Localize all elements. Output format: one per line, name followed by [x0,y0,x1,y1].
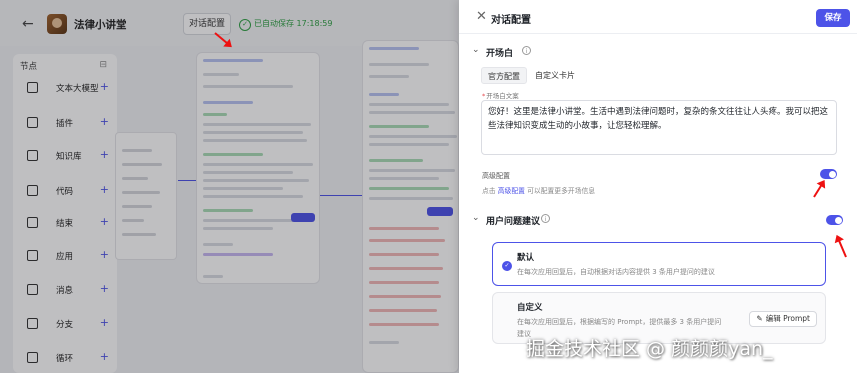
watermark: 掘金技术社区 @ 颜颜颜yan_ [526,338,773,360]
modal-overlay[interactable] [0,0,459,373]
suggestions-section-title: 用户问题建议 [486,217,541,227]
annotation-arrow [836,236,847,258]
textarea-label: *开场白文案 [482,92,519,100]
info-icon[interactable]: i [522,46,531,55]
advanced-config-toggle[interactable] [820,169,837,179]
close-icon[interactable]: ✕ [476,9,487,24]
divider [459,33,857,34]
advanced-config-link[interactable]: 高级配置 [498,187,525,195]
dialog-config-panel: ✕ 对话配置 保存 ⌄ 开场白 i 官方配置 自定义卡片 *开场白文案 您好！这… [459,0,857,373]
save-button[interactable]: 保存 [816,9,850,27]
opening-text-field[interactable]: 您好！这里是法律小讲堂。生活中遇到法律问题时，复杂的条文往往让人头疼。我可以把这… [481,100,837,155]
suggestions-toggle[interactable] [826,215,843,225]
advanced-config-hint: 点击 高级配置 可以配置更多开场信息 [482,187,596,195]
chevron-down-icon[interactable]: ⌄ [472,45,480,55]
tab-custom-card[interactable]: 自定义卡片 [529,67,581,84]
check-icon[interactable]: ✓ [502,261,512,271]
edit-prompt-button[interactable]: ✎ 编辑 Prompt [749,311,817,327]
chevron-down-icon[interactable]: ⌄ [472,213,480,223]
annotation-arrow [813,181,825,198]
edit-icon: ✎ [756,314,763,323]
opening-section-title: 开场白 [486,49,514,59]
tab-official-config[interactable]: 官方配置 [481,67,527,84]
info-icon[interactable]: i [541,214,550,223]
suggestion-option-default[interactable]: ✓ 默认 在每次应用回复后，自动根据对话内容提供 3 条用户提问的建议 [492,242,826,286]
advanced-config-label: 高级配置 [482,172,510,180]
workflow-editor: ← 法律小讲堂 对话配置 已自动保存 17:18:59 节点 ⊟ 文本大模型+ … [0,0,459,373]
panel-title: 对话配置 [491,15,531,26]
